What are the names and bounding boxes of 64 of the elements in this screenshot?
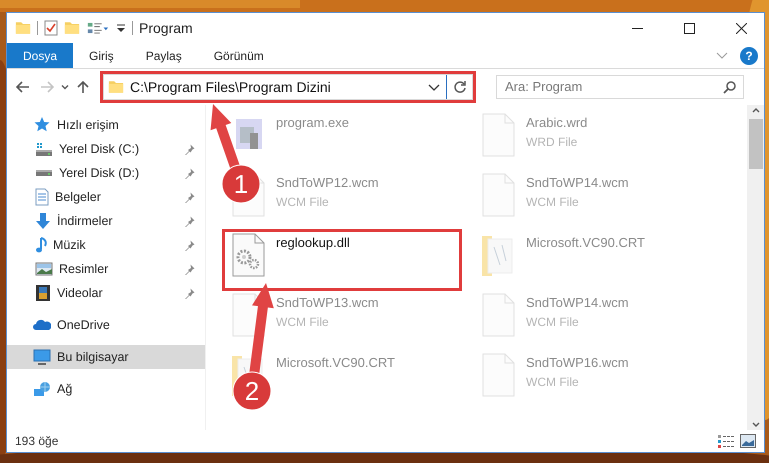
file-type: WCM File — [276, 314, 330, 330]
document-icon — [35, 188, 49, 206]
file-type: WCM File — [526, 374, 580, 390]
sidebar-item[interactable]: Hızlı erişim — [7, 113, 205, 137]
pin-icon — [184, 168, 195, 178]
search-box[interactable]: Ara: Program — [496, 75, 744, 99]
file-type: WCM File — [526, 194, 580, 210]
sidebar-item[interactable]: Yerel Disk (C:) — [7, 137, 205, 161]
search-icon[interactable] — [723, 80, 737, 94]
ribbon-tab[interactable]: Görünüm — [198, 43, 280, 68]
up-icon — [76, 81, 90, 93]
details-view-icon[interactable] — [718, 434, 734, 448]
maximize-icon — [684, 22, 694, 34]
sidebar-item[interactable]: Müzik — [7, 233, 205, 257]
list-dropdown-icon[interactable] — [86, 22, 110, 34]
file-type: WCM File — [526, 314, 580, 330]
dropdown-icon[interactable] — [116, 24, 126, 32]
help-button[interactable]: ? — [740, 46, 758, 64]
sidebar-item[interactable]: Ağ — [7, 377, 205, 401]
sidebar-item[interactable]: İndirmeler — [7, 209, 205, 233]
video-icon — [35, 284, 51, 302]
ribbon-tab[interactable]: Paylaş — [130, 43, 198, 68]
pin-icon — [184, 288, 195, 298]
step-badge: 1 — [222, 164, 260, 204]
star-icon — [33, 116, 51, 134]
pin-icon — [184, 144, 195, 154]
cloud-icon — [33, 319, 51, 331]
address-bar[interactable]: C:\Program Files\Program Dizini — [103, 74, 473, 100]
sidebar-item[interactable]: OneDrive — [7, 313, 205, 337]
sidebar-item[interactable]: Bu bilgisayar — [7, 345, 205, 369]
pin-icon — [184, 264, 195, 274]
recent-dropdown-icon[interactable] — [61, 84, 69, 90]
sidebar-item[interactable]: Yerel Disk (D:) — [7, 161, 205, 185]
forward-icon — [40, 81, 54, 93]
music-icon — [35, 237, 47, 253]
checklist-icon[interactable] — [44, 20, 58, 36]
large-icons-view-icon[interactable] — [740, 434, 756, 448]
file-type: WCM File — [276, 194, 330, 210]
file-type: WRD File — [526, 134, 578, 150]
pictures-icon — [35, 262, 53, 276]
scrollbar[interactable] — [747, 105, 764, 430]
download-icon — [35, 213, 51, 229]
back-icon — [16, 81, 30, 93]
folder-icon — [108, 80, 124, 94]
item-count: 193 öğe — [15, 433, 58, 450]
sidebar-item[interactable]: Belgeler — [7, 185, 205, 209]
computer-icon — [33, 348, 51, 366]
network-icon — [33, 381, 51, 397]
refresh-icon[interactable] — [452, 80, 466, 94]
scroll-thumb[interactable] — [748, 119, 762, 169]
window-title: Program — [139, 18, 193, 38]
pin-icon — [184, 216, 195, 226]
step-badge: 2 — [232, 372, 272, 410]
file-name[interactable]: reglookup.dll — [276, 233, 350, 252]
ribbon-tab[interactable]: Giriş — [73, 43, 130, 68]
drive-icon — [35, 169, 53, 177]
sidebar-item[interactable]: Videolar — [7, 281, 205, 305]
drive-icon — [35, 142, 53, 156]
file-menu-button[interactable]: Dosya — [7, 43, 74, 68]
pin-icon — [184, 240, 195, 250]
pin-icon — [184, 192, 195, 202]
sidebar-item[interactable]: Resimler — [7, 257, 205, 281]
close-icon — [736, 22, 746, 34]
chevron-down-icon[interactable] — [428, 84, 440, 90]
